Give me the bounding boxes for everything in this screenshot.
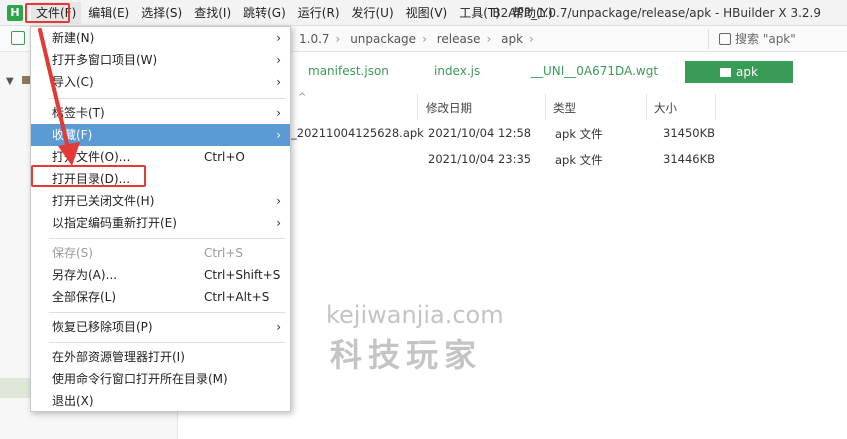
menu-shortcut: Ctrl+Shift+S [204,268,281,282]
menu-find[interactable]: 查找(I) [189,2,236,24]
menu-item-label: 打开已关闭文件(H) [52,194,155,208]
menu-item-import[interactable]: 导入(C) › [31,71,290,93]
menu-item-exit[interactable]: 退出(X) [31,390,290,412]
watermark-text: kejiwanjia.com [326,301,504,329]
column-divider [417,94,418,120]
menu-item-label: 恢复已移除项目(P) [52,320,153,334]
tab-apk-folder[interactable]: apk [685,61,793,83]
table-row-date: 2021/10/04 12:58 [428,126,532,140]
search-placeholder: 搜索 "apk" [735,32,796,46]
chevron-right-icon: › [335,32,341,46]
menu-item-new[interactable]: 新建(N) › [31,27,290,49]
menu-item-label: 以指定编码重新打开(E) [52,216,177,230]
menu-item-reopen-encoding[interactable]: 以指定编码重新打开(E) › [31,212,290,234]
menu-separator [49,312,285,313]
menu-shortcut: Ctrl+S [204,246,244,260]
submenu-arrow-icon: › [276,53,281,67]
menu-item-favorites[interactable]: 收藏(F) › [31,124,290,146]
menu-item-open-multi-window[interactable]: 打开多窗口项目(W) › [31,49,290,71]
window-title: B2APP_1.0.7/unpackage/release/apk - HBui… [492,6,821,20]
menu-item-save-as[interactable]: 另存为(A)... Ctrl+Shift+S [31,264,290,286]
table-row-type: apk 文件 [555,153,603,167]
menu-item-label: 标签卡(T) [52,106,105,120]
column-divider [545,94,546,120]
project-icon[interactable] [11,31,25,45]
menu-edit[interactable]: 编辑(E) [83,2,134,24]
tab-label: apk [736,65,758,79]
submenu-arrow-icon: › [276,128,281,142]
menu-item-label: 打开多窗口项目(W) [52,53,158,67]
submenu-arrow-icon: › [276,194,281,208]
breadcrumb-item[interactable]: 1.0.7 [299,32,330,46]
column-divider [646,94,647,120]
chevron-right-icon: › [422,32,427,46]
submenu-arrow-icon: › [276,31,281,45]
menu-item-open-in-terminal[interactable]: 使用命令行窗口打开所在目录(M) [31,368,290,390]
submenu-arrow-icon: › [276,106,281,120]
menu-item-label: 退出(X) [52,394,94,408]
breadcrumb-item[interactable]: release [437,32,481,46]
chevron-right-icon: › [486,32,492,46]
tab-index-js[interactable]: index.js [434,64,480,78]
submenu-arrow-icon: › [276,75,281,89]
column-header-date[interactable]: 修改日期 [426,100,472,116]
menu-item-label: 在外部资源管理器打开(I) [52,350,185,364]
menu-select[interactable]: 选择(S) [136,2,187,24]
chevron-down-icon[interactable]: ▼ [6,76,14,87]
table-row-size: 31450KB [663,126,716,140]
menu-shortcut: Ctrl+Alt+S [204,290,270,304]
menu-separator [49,238,285,239]
menu-item-tab-card[interactable]: 标签卡(T) › [31,102,290,124]
breadcrumb-item[interactable]: unpackage [350,32,416,46]
file-tabs: manifest.json index.js __UNI__0A671DA.wg… [291,58,847,88]
search-input[interactable]: 搜索 "apk" [708,29,844,49]
menu-goto[interactable]: 跳转(G) [238,2,291,24]
column-divider [715,94,716,120]
menu-item-label: 全部保存(L) [52,290,117,304]
breadcrumb-item[interactable]: apk [501,32,523,46]
folder-icon [720,68,732,77]
menu-item-open-closed-file[interactable]: 打开已关闭文件(H) › [31,190,290,212]
menu-separator [49,98,285,99]
menu-item-label: 另存为(A)... [52,268,118,282]
menu-view[interactable]: 视图(V) [401,2,453,24]
submenu-arrow-icon: › [276,320,281,334]
menu-item-label: 使用命令行窗口打开所在目录(M) [52,372,228,386]
file-menu-dropdown: 新建(N) › 打开多窗口项目(W) › 导入(C) › 标签卡(T) › 收藏(F) ›… [30,26,291,412]
submenu-arrow-icon: › [276,216,281,230]
search-icon [719,33,731,45]
menu-item-label: 导入(C) [52,75,94,89]
table-row-date: 2021/10/04 23:35 [428,152,532,166]
tab-wgt[interactable]: __UNI__0A671DA.wgt [531,64,658,78]
breadcrumb: 1.0.7 › unpackage › release › apk › [299,26,540,52]
table-row-type: apk 文件 [555,127,603,141]
sort-ascending-icon[interactable]: ^ [298,92,306,103]
menu-run[interactable]: 运行(R) [293,2,345,24]
tab-manifest-json[interactable]: manifest.json [308,64,389,78]
menu-bar: H 文件(F) 编辑(E) 选择(S) 查找(I) 跳转(G) 运行(R) 发行… [0,0,847,26]
menu-item-label: 收藏(F) [52,128,93,142]
chevron-right-icon: › [529,32,534,46]
menu-shortcut: Ctrl+O [204,150,245,164]
annotation-highlight-box [31,165,146,187]
selected-tree-row[interactable] [0,378,30,398]
menu-separator [49,342,285,343]
menu-item-open-in-explorer[interactable]: 在外部资源管理器打开(I) [31,346,290,368]
menu-item-save-all[interactable]: 全部保存(L) Ctrl+Alt+S [31,286,290,308]
menu-item-label: 保存(S) [52,246,93,260]
menu-publish[interactable]: 发行(U) [347,2,399,24]
table-row-name[interactable]: _20211004125628.apk [291,126,424,140]
menu-item-restore-removed[interactable]: 恢复已移除项目(P) › [31,316,290,338]
column-header-size[interactable]: 大小 [654,100,677,116]
menu-item-label: 新建(N) [52,31,95,45]
menu-item-save[interactable]: 保存(S) Ctrl+S [31,242,290,264]
annotation-highlight-box [25,3,70,23]
column-header-type[interactable]: 类型 [553,100,576,116]
app-logo-icon: H [7,4,23,21]
watermark-logo-text: 科技玩家 [330,336,483,374]
table-row-size: 31446KB [663,152,716,166]
